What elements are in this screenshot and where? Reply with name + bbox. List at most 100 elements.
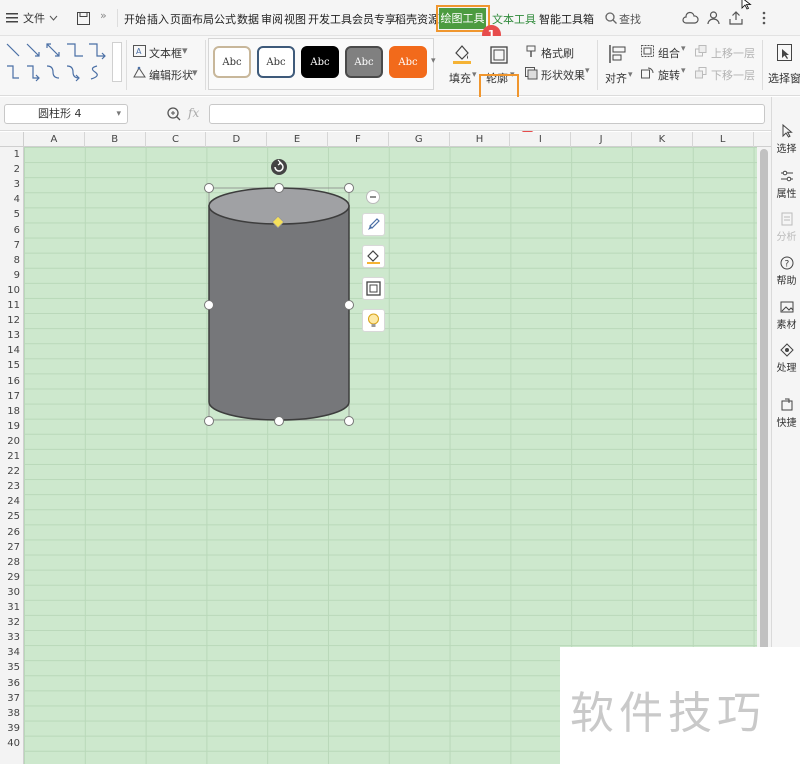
fill-button[interactable]: 填充	[449, 70, 471, 86]
tab-smart-toolbox[interactable]: 智能工具箱	[539, 11, 594, 27]
more-options-icon[interactable]	[762, 11, 766, 25]
help-icon: ?	[780, 256, 793, 270]
formula-bar: 圆柱形 4 ▾ fx	[0, 97, 800, 131]
float-style-button[interactable]	[362, 213, 385, 236]
brush-icon	[368, 218, 380, 230]
group-button[interactable]: 组合	[658, 45, 680, 61]
side-panel-shortcut[interactable]: 快捷	[772, 398, 800, 429]
textbox-icon[interactable]: A	[133, 45, 146, 57]
side-panel-process-label: 处理	[776, 363, 797, 374]
side-panel-analysis-label: 分析	[776, 232, 797, 243]
tab-home[interactable]: 开始	[124, 11, 146, 27]
svg-text:A: A	[136, 47, 142, 56]
outline-icon[interactable]	[489, 45, 509, 65]
textbox-button[interactable]: 文本框	[149, 45, 182, 61]
tab-insert[interactable]: 插入	[147, 11, 169, 27]
name-box[interactable]: 圆柱形 4 ▾	[4, 104, 128, 124]
ribbon: A 文本框 ▾ 编辑形状 ▾ Abc Abc Abc Abc Abc ▾ 填充 …	[0, 36, 800, 133]
side-panel-assets-label: 素材	[776, 320, 797, 331]
collapse-float-toolbar-icon[interactable]	[366, 190, 380, 204]
float-fill-button[interactable]	[362, 245, 385, 268]
cloud-sync-icon[interactable]	[682, 11, 699, 24]
format-painter-icon[interactable]	[525, 45, 537, 58]
send-backward-button: 下移一层	[711, 69, 755, 82]
tab-review[interactable]: 审阅	[261, 11, 283, 27]
style-swatch-2[interactable]: Abc	[257, 46, 295, 78]
align-icon[interactable]	[609, 44, 627, 64]
format-painter-button[interactable]: 格式刷	[541, 45, 574, 61]
user-icon[interactable]	[707, 11, 720, 25]
image-icon	[780, 301, 793, 313]
menu-bar: 文件 » 开始 插入 页面布局 公式 数据 审阅 视图 开发工具 会员专享 稻壳…	[0, 0, 800, 44]
chevron-down-icon	[49, 15, 58, 21]
side-panel-analysis: 分析	[772, 212, 800, 243]
side-panel-help-label: 帮助	[776, 276, 797, 287]
send-backward-icon	[695, 67, 707, 79]
tab-data[interactable]: 数据	[237, 11, 259, 27]
tab-developer[interactable]: 开发工具	[308, 11, 352, 27]
process-icon	[779, 343, 794, 357]
edit-shape-icon[interactable]	[133, 66, 146, 79]
shortcut-icon	[781, 398, 792, 411]
search-icon[interactable]	[605, 12, 617, 24]
style-swatch-4[interactable]: Abc	[345, 46, 383, 78]
tab-page-layout[interactable]: 页面布局	[170, 11, 214, 27]
group-icon[interactable]	[641, 45, 654, 57]
svg-text:?: ?	[784, 260, 789, 270]
edit-shape-button[interactable]: 编辑形状	[149, 67, 193, 83]
style-swatch-1[interactable]: Abc	[213, 46, 251, 78]
save-icon[interactable]	[77, 12, 90, 25]
watermark: 软件技巧	[560, 647, 800, 764]
fill-icon[interactable]	[452, 43, 472, 65]
tab-member[interactable]: 会员专享	[352, 11, 396, 27]
watermark-text: 软件技巧	[570, 688, 766, 739]
share-icon[interactable]	[729, 11, 743, 25]
tab-text-tools[interactable]: 文本工具	[492, 11, 536, 27]
tab-docer[interactable]: 稻壳资源	[395, 11, 439, 27]
outline-icon	[366, 281, 381, 296]
align-button[interactable]: 对齐	[605, 70, 627, 86]
shape-gallery[interactable]	[5, 42, 107, 82]
search-label[interactable]: 查找	[619, 11, 641, 27]
more-tabs-icon[interactable]: »	[100, 9, 107, 22]
shape-effects-button[interactable]: 形状效果	[541, 67, 585, 83]
style-gallery-more[interactable]: ▾	[431, 56, 436, 66]
name-box-value: 圆柱形 4	[38, 107, 82, 120]
fx-button[interactable]: fx	[188, 106, 199, 120]
highlight-box-drawing-tools	[436, 5, 490, 32]
sliders-icon	[780, 170, 793, 182]
side-panel-select[interactable]: 选择	[772, 123, 800, 155]
rotate-button[interactable]: 旋转	[658, 67, 680, 83]
tab-formulas[interactable]: 公式	[214, 11, 236, 27]
analysis-icon	[781, 212, 792, 226]
side-panel-help[interactable]: ? 帮助	[772, 256, 800, 287]
rotate-handle[interactable]	[271, 159, 287, 175]
side-panel-select-label: 选择	[776, 144, 797, 155]
float-outline-button[interactable]	[362, 277, 385, 300]
selection-pane-icon[interactable]	[777, 44, 793, 62]
style-swatch-3[interactable]: Abc	[301, 46, 339, 78]
formula-input[interactable]	[209, 104, 765, 124]
side-panel-process[interactable]: 处理	[772, 343, 800, 374]
file-menu-label: 文件	[23, 12, 45, 25]
bring-forward-button: 上移一层	[711, 47, 755, 60]
shape-gallery-scroll[interactable]	[112, 42, 122, 82]
zoom-formula-icon[interactable]	[167, 107, 181, 121]
mouse-cursor-icon	[741, 0, 752, 10]
side-panel-properties-label: 属性	[776, 189, 797, 200]
rotate-icon[interactable]	[641, 67, 654, 79]
float-smart-button[interactable]	[362, 309, 385, 332]
side-panel-shortcut-label: 快捷	[776, 418, 797, 429]
chevron-down-icon: ▾	[116, 109, 121, 119]
lightbulb-icon	[367, 313, 380, 327]
file-menu-button[interactable]: 文件	[6, 8, 58, 28]
selection-pane-button[interactable]: 选择窗	[768, 70, 800, 86]
bring-forward-icon	[695, 45, 707, 57]
fill-bucket-icon	[367, 250, 380, 264]
side-panel-properties[interactable]: 属性	[772, 169, 800, 200]
shape-effects-icon[interactable]	[525, 67, 538, 80]
style-swatch-5[interactable]: Abc	[389, 46, 427, 78]
hamburger-icon	[6, 13, 18, 23]
side-panel-assets[interactable]: 素材	[772, 300, 800, 331]
tab-view[interactable]: 视图	[284, 11, 306, 27]
